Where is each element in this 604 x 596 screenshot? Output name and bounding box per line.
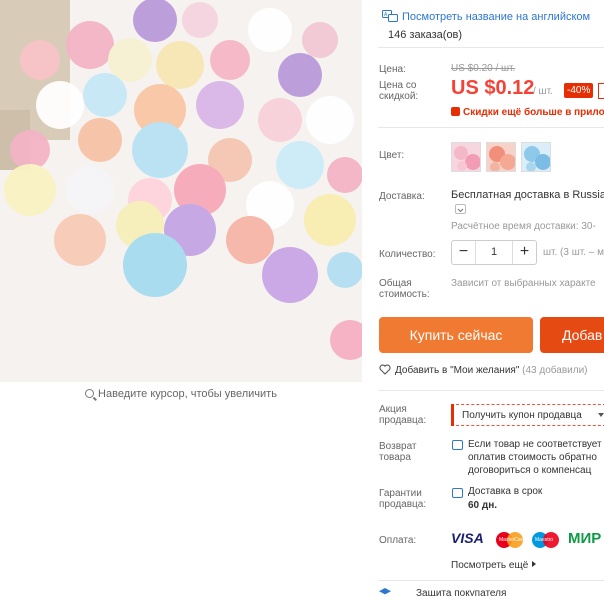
maestro-logo: Maestro <box>532 532 562 548</box>
price-unit: / шт. <box>533 86 553 97</box>
add-to-cart-button[interactable]: Добав <box>540 317 604 353</box>
heart-icon <box>379 364 391 375</box>
product-detail-panel: A Посмотреть название на английском 146 … <box>364 0 604 596</box>
payment-label: Оплата: <box>379 535 417 546</box>
delivery-truck-icon <box>452 488 463 498</box>
color-swatch-pink[interactable] <box>451 142 481 172</box>
translate-link[interactable]: A Посмотреть название на английском <box>382 10 590 23</box>
divider <box>378 580 604 581</box>
chevron-down-icon <box>457 208 464 213</box>
divider <box>378 390 604 391</box>
on-time-delivery: Доставка в срок <box>468 486 543 497</box>
buyer-protection-icon <box>379 588 391 595</box>
promo-tag-icon <box>451 107 460 116</box>
color-swatch-coral[interactable] <box>486 142 516 172</box>
current-price: US $0.12 <box>451 77 535 99</box>
arrow-right-icon <box>532 561 537 567</box>
translate-link-text: Посмотреть название на английском <box>402 11 591 23</box>
badge-edge <box>598 83 604 99</box>
shipping-label: Доставка: <box>379 191 425 202</box>
return-icon <box>452 440 463 450</box>
mastercard-logo: MasterCard <box>496 532 526 548</box>
total-value: Зависит от выбранных характе <box>451 278 596 289</box>
magnifier-icon <box>85 389 95 398</box>
zoom-hint: Наведите курсор, чтобы увеличить <box>0 388 362 400</box>
shipping-estimate: Расчётное время доставки: 30- <box>451 221 596 232</box>
seller-coupon-text: Получить купон продавца <box>462 410 582 421</box>
quantity-decrease-button[interactable]: − <box>452 241 476 264</box>
quantity-note: шт. (3 шт. – м <box>543 247 604 258</box>
buy-now-button[interactable]: Купить сейчас <box>379 317 533 353</box>
divider <box>378 127 604 128</box>
seller-coupon-dropdown[interactable]: Получить купон продавца <box>451 404 604 426</box>
returns-line: оплатив стоимость обратно <box>468 452 597 463</box>
caret-down-icon <box>598 413 604 417</box>
returns-text: Если товар не соответствует оплатив стои… <box>468 438 602 477</box>
see-more-link[interactable]: Посмотреть ещё <box>451 560 537 571</box>
visa-logo: VISA <box>451 530 484 546</box>
quantity-input[interactable]: 1 <box>476 246 512 258</box>
price-label: Цена: <box>379 64 406 75</box>
old-price: US $0.20 / шт. <box>451 63 516 74</box>
see-more-text: Посмотреть ещё <box>451 560 529 571</box>
returns-label: Возврат товара <box>379 441 417 463</box>
product-image[interactable] <box>0 0 362 382</box>
guarantee-label: Гарантии продавца: <box>379 488 427 510</box>
shipping-value: Бесплатная доставка в Russian <box>451 189 604 201</box>
total-label: Общая стоимость: <box>379 278 430 300</box>
color-swatch-blue[interactable] <box>521 142 551 172</box>
discount-price-label: Цена со скидкой: <box>379 80 419 102</box>
add-to-wishlist[interactable]: Добавить в "Мои желания" (43 добавили) <box>379 364 588 376</box>
translate-icon: A <box>382 10 398 22</box>
app-promo-text: Скидки ещё больше в прило <box>463 107 604 118</box>
product-photo-socks <box>0 0 362 382</box>
returns-line: договориться о компенсац <box>468 465 592 476</box>
wishlist-count: (43 добавили) <box>522 365 588 376</box>
seller-promo-label: Акция продавца: <box>379 404 427 426</box>
zoom-hint-text: Наведите курсор, чтобы увеличить <box>98 388 277 400</box>
shipping-dropdown[interactable] <box>455 204 466 214</box>
color-label: Цвет: <box>379 150 405 161</box>
wishlist-label: Добавить в "Мои желания" <box>395 365 520 376</box>
guarantee-days: 60 дн. <box>468 500 498 511</box>
returns-line: Если товар не соответствует <box>468 439 602 450</box>
discount-badge: -40% <box>564 83 594 98</box>
orders-count: 146 заказа(ов) <box>388 29 463 41</box>
buyer-protection-text: Защита покупателя <box>416 588 507 596</box>
quantity-increase-button[interactable]: + <box>512 241 536 264</box>
divider <box>378 47 604 48</box>
mir-logo: МИР <box>568 530 602 547</box>
app-promo[interactable]: Скидки ещё больше в прило <box>451 107 604 118</box>
quantity-label: Количество: <box>379 249 436 260</box>
quantity-stepper: − 1 + <box>451 240 537 265</box>
